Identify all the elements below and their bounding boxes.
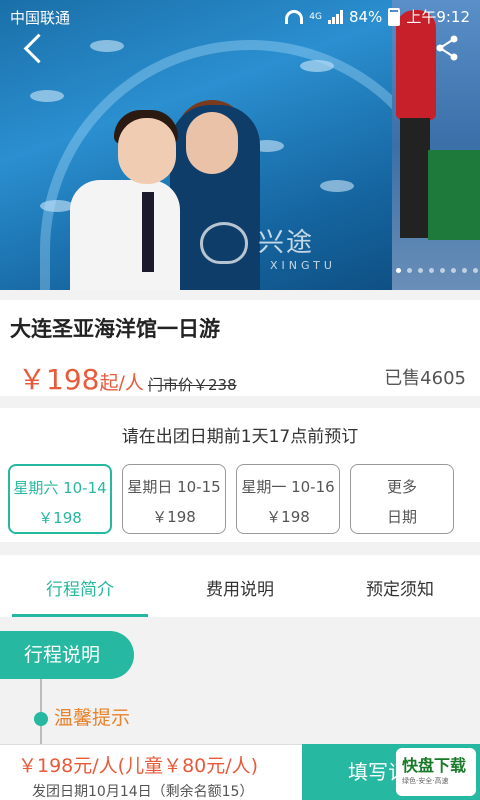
more-dates-label: 更多: [386, 478, 417, 496]
date-label: 星期六 10-14: [13, 479, 107, 497]
battery-percent: 84%: [348, 7, 383, 26]
more-dates-sublabel: 日期: [386, 508, 417, 526]
green-mat: [428, 150, 480, 240]
date-option[interactable]: 星期一 10-16 ￥198: [236, 464, 340, 534]
signal-icon: [327, 9, 343, 24]
tab-fees[interactable]: 费用说明: [160, 555, 320, 617]
carrier-name: 中国联通: [10, 9, 71, 27]
bottom-price: ￥198元/人(儿童￥80元/人): [18, 755, 259, 777]
tab-booking-notes[interactable]: 预定须知: [320, 555, 480, 617]
price-value: ￥198: [18, 363, 100, 396]
hero-image[interactable]: 兴途 XINGTU: [0, 0, 480, 290]
carousel-dot: [429, 268, 434, 273]
signal-bar: [331, 16, 335, 24]
badge-subtitle: 绿色·安全·高速: [402, 777, 449, 785]
date-label: 星期一 10-16: [241, 478, 335, 496]
booking-notice: 请在出团日期前1天17点前预订: [121, 427, 359, 447]
download-badge: 快盘下载 绿色·安全·高速: [396, 748, 476, 796]
signal-bar: [335, 13, 339, 24]
sold-count: 已售4605: [384, 368, 466, 389]
product-summary: 大连圣亚海洋馆一日游 ￥198起/人 门市价￥238 已售4605: [0, 300, 480, 396]
date-price: ￥198: [266, 508, 310, 526]
tour-detail-page: 兴途 XINGTU 中国联通 4G 84% 上午9:12 大连圣亚海洋馆一日游 …: [0, 0, 480, 800]
departure-date: 发团日期10月14日（剩余名额15）: [32, 784, 254, 800]
boy-figure: [142, 192, 154, 272]
person-figure: [400, 118, 430, 238]
share-icon[interactable]: [430, 30, 466, 66]
product-title: 大连圣亚海洋馆一日游: [10, 317, 220, 341]
signal-bar: [339, 9, 343, 24]
network-type: 4G: [309, 11, 322, 22]
boy-figure: [70, 180, 180, 290]
watermark: 兴途 XINGTU: [200, 222, 336, 272]
clock: 上午9:12: [406, 8, 470, 26]
fish-decoration: [90, 40, 124, 52]
battery-icon: [388, 7, 401, 26]
market-price: 门市价￥238: [148, 376, 237, 394]
carousel-dot: [473, 268, 478, 273]
price-unit: 起/人: [99, 372, 144, 394]
product-price: ￥198起/人: [18, 358, 144, 398]
tab-itinerary[interactable]: 行程简介: [0, 555, 160, 617]
carousel-dot: [407, 268, 412, 273]
more-dates-button[interactable]: 更多 日期: [350, 464, 454, 534]
woman-figure: [186, 112, 238, 174]
badge-title: 快盘下载: [402, 756, 467, 775]
status-icons: 4G 84% 上午9:12: [285, 6, 470, 27]
carousel-dot: [396, 268, 401, 273]
carousel-dot: [440, 268, 445, 273]
detail-tabs: 行程简介 费用说明 预定须知: [0, 555, 480, 617]
date-list: 星期六 10-14 ￥198 星期日 10-15 ￥198 星期一 10-16 …: [8, 464, 454, 534]
wifi-icon: [285, 9, 304, 24]
signal-bar: [327, 19, 331, 24]
tip-label: 温馨提示: [54, 707, 131, 729]
fish-decoration: [30, 90, 64, 102]
carousel-dot: [451, 268, 456, 273]
share-icon-svg: [436, 35, 458, 61]
date-option[interactable]: 星期日 10-15 ￥198: [122, 464, 226, 534]
status-bar: 中国联通 4G 84% 上午9:12: [0, 0, 480, 32]
itinerary-section: 行程说明 温馨提示: [0, 617, 480, 759]
watermark-cn: 兴途: [258, 228, 315, 258]
date-price: ￥198: [38, 509, 82, 527]
itinerary-title: 行程说明: [0, 631, 134, 679]
date-option-selected[interactable]: 星期六 10-14 ￥198: [8, 464, 112, 534]
carousel-indicator: [396, 268, 478, 273]
back-arrow-icon[interactable]: [18, 30, 54, 66]
date-label: 星期日 10-15: [127, 478, 221, 496]
carousel-dot: [462, 268, 467, 273]
date-selection: 请在出团日期前1天17点前预订 星期六 10-14 ￥198 星期日 10-15…: [0, 408, 480, 542]
boy-figure: [118, 118, 176, 184]
carousel-dot: [418, 268, 423, 273]
date-price: ￥198: [152, 508, 196, 526]
timeline-dot-icon: [34, 712, 48, 726]
watermark-en: XINGTU: [270, 259, 336, 272]
